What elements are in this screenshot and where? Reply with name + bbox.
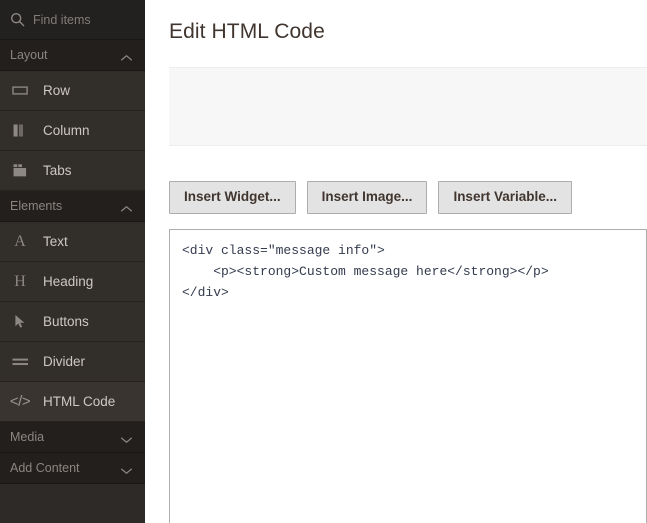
insert-image-button[interactable]: Insert Image... bbox=[306, 181, 428, 214]
sidebar-item-html-code[interactable]: </> HTML Code bbox=[0, 382, 145, 422]
html-code-textarea[interactable] bbox=[170, 229, 646, 523]
sidebar-item-html-code-label: HTML Code bbox=[43, 394, 116, 409]
sidebar-item-column[interactable]: Column bbox=[0, 111, 145, 151]
sidebar-item-tabs[interactable]: Tabs bbox=[0, 151, 145, 191]
sidebar-item-heading[interactable]: H Heading bbox=[0, 262, 145, 302]
sidebar-item-text-label: Text bbox=[43, 234, 68, 249]
sidebar-section-layout-label: Layout bbox=[10, 48, 48, 62]
chevron-up-icon bbox=[120, 51, 133, 61]
app-root: Layout Row Column bbox=[0, 0, 647, 523]
sidebar-item-text[interactable]: A Text bbox=[0, 222, 145, 262]
chevron-down-icon bbox=[120, 464, 133, 474]
row-icon bbox=[10, 82, 30, 100]
sidebar-item-buttons-label: Buttons bbox=[43, 314, 89, 329]
search-icon bbox=[10, 12, 25, 27]
search-input[interactable] bbox=[33, 12, 135, 27]
sidebar-section-add-content[interactable]: Add Content bbox=[0, 453, 145, 484]
sidebar-item-row[interactable]: Row bbox=[0, 71, 145, 111]
sidebar-section-media[interactable]: Media bbox=[0, 422, 145, 453]
insert-widget-button[interactable]: Insert Widget... bbox=[169, 181, 296, 214]
sidebar-item-divider-label: Divider bbox=[43, 354, 86, 369]
code-brackets-icon: </> bbox=[9, 393, 31, 410]
cursor-arrow-icon bbox=[10, 313, 30, 331]
text-icon: A bbox=[14, 232, 26, 250]
insert-button-row: Insert Widget... Insert Image... Insert … bbox=[169, 181, 647, 214]
page-title: Edit HTML Code bbox=[169, 20, 325, 43]
sidebar-item-tabs-label: Tabs bbox=[43, 163, 72, 178]
insert-variable-button[interactable]: Insert Variable... bbox=[438, 181, 572, 214]
code-editor-wrapper bbox=[169, 228, 647, 523]
main-content: Edit HTML Code Insert Widget... Insert I… bbox=[145, 0, 647, 523]
sidebar-item-row-label: Row bbox=[43, 83, 71, 98]
sidebar-section-elements[interactable]: Elements bbox=[0, 191, 145, 222]
column-icon bbox=[10, 122, 30, 140]
sidebar-item-heading-label: Heading bbox=[43, 274, 94, 289]
sidebar-section-elements-label: Elements bbox=[10, 199, 63, 213]
preview-panel bbox=[169, 67, 647, 146]
sidebar: Layout Row Column bbox=[0, 0, 145, 523]
chevron-up-icon bbox=[120, 202, 133, 212]
search-bar[interactable] bbox=[0, 0, 145, 40]
heading-icon: H bbox=[14, 272, 26, 290]
tabs-icon bbox=[10, 162, 30, 180]
sidebar-item-column-label: Column bbox=[43, 123, 90, 138]
sidebar-section-layout[interactable]: Layout bbox=[0, 40, 145, 71]
chevron-down-icon bbox=[120, 433, 133, 443]
sidebar-section-add-content-label: Add Content bbox=[10, 461, 80, 475]
divider-icon bbox=[10, 353, 30, 371]
sidebar-item-buttons[interactable]: Buttons bbox=[0, 302, 145, 342]
sidebar-section-media-label: Media bbox=[10, 430, 45, 444]
sidebar-item-divider[interactable]: Divider bbox=[0, 342, 145, 382]
